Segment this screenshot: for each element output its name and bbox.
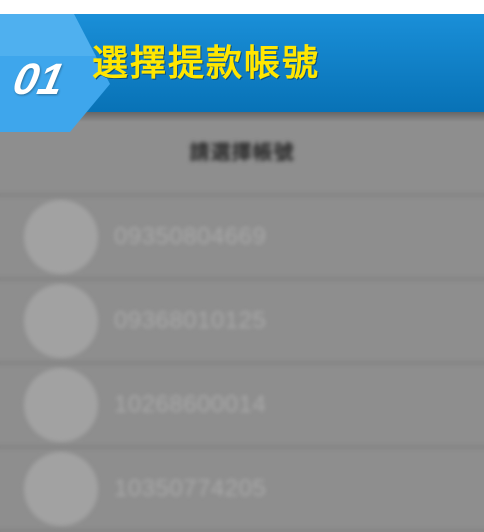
account-picker-list: 請選擇帳號 09350804669 09368010125 1026860001… [0, 112, 484, 532]
account-picker-screen: 請選擇帳號 09350804669 09368010125 1026860001… [0, 112, 484, 532]
account-avatar-icon [24, 452, 98, 526]
account-avatar-icon [24, 368, 98, 442]
account-row[interactable]: 10350774205 [0, 448, 484, 532]
account-avatar-icon [24, 284, 98, 358]
account-number: 10350774205 [114, 475, 267, 502]
account-avatar-icon [24, 200, 98, 274]
account-number: 10268600014 [114, 391, 267, 418]
account-row[interactable]: 10268600014 [0, 364, 484, 448]
account-row[interactable]: 09368010125 [0, 280, 484, 364]
account-number: 09368010125 [114, 307, 267, 334]
step-number: 01 [8, 55, 69, 104]
account-number: 09350804669 [114, 223, 267, 250]
step-title: 選擇提款帳號 [92, 42, 321, 83]
account-row[interactable]: 09350804669 [0, 196, 484, 280]
tutorial-step-frame: 請選擇帳號 09350804669 09368010125 1026860001… [0, 0, 484, 532]
